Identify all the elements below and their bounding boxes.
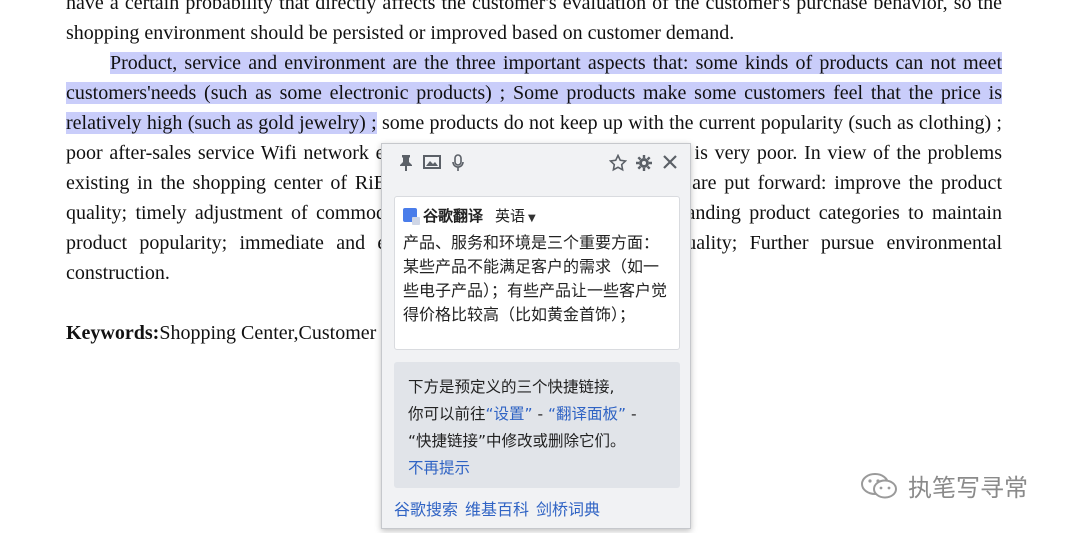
keywords-label: Keywords:: [66, 322, 160, 344]
wechat-icon: [861, 472, 897, 498]
microphone-icon[interactable]: [448, 154, 468, 174]
paragraph-1-line-1: have a certain probability that directly…: [66, 0, 948, 14]
google-translate-icon: [403, 208, 420, 225]
translation-result-card: 谷歌翻译 英语 ▼ 产品、服务和环境是三个重要方面： 某些产品不能满足客户的需求（…: [394, 196, 680, 350]
cambridge-dictionary-link[interactable]: 剑桥词典: [536, 496, 600, 520]
settings-link[interactable]: “设置”: [486, 405, 533, 423]
watermark-text: 执笔写寻常: [908, 474, 1028, 502]
notice-line-3: “快捷链接”中修改或删除它们。: [408, 432, 626, 450]
paragraph-1: have a certain probability that directly…: [66, 0, 1002, 48]
pin-icon[interactable]: [396, 154, 416, 174]
star-icon[interactable]: [608, 153, 628, 174]
google-search-link[interactable]: 谷歌搜索: [394, 496, 458, 520]
translation-panel-link[interactable]: “翻译面板”: [548, 405, 626, 423]
translation-popup: 谷歌翻译 英语 ▼ 产品、服务和环境是三个重要方面： 某些产品不能满足客户的需求（…: [381, 143, 691, 529]
service-name: 谷歌翻译: [423, 206, 484, 225]
translation-text: 产品、服务和环境是三个重要方面： 某些产品不能满足客户的需求（如一些电子产品）；…: [403, 233, 668, 324]
popup-toolbar: [382, 144, 690, 188]
close-icon[interactable]: [660, 154, 680, 174]
shortcut-notice: 下方是预定义的三个快捷链接, 你可以前往“设置” - “翻译面板” - “快捷链…: [394, 362, 680, 488]
source-language-label: 英语: [495, 206, 526, 225]
notice-separator-1: -: [532, 405, 549, 423]
notice-line-2-prefix: 你可以前往: [408, 405, 486, 423]
notice-separator-2: -: [626, 405, 637, 423]
wikipedia-link[interactable]: 维基百科: [465, 496, 529, 520]
source-language-select[interactable]: 英语 ▼: [495, 205, 536, 226]
image-icon[interactable]: [422, 154, 442, 174]
watermark: 执笔写寻常: [860, 468, 1028, 503]
caret-down-icon: ▼: [528, 212, 536, 224]
gear-icon[interactable]: [634, 154, 654, 174]
notice-line-2: 你可以前往“设置” - “翻译面板” -: [408, 401, 666, 428]
dismiss-link[interactable]: 不再提示: [408, 455, 666, 482]
quick-links: 谷歌搜索 维基百科 剑桥词典: [394, 496, 600, 520]
translation-card-header: 谷歌翻译 英语 ▼: [403, 203, 671, 227]
notice-line-1: 下方是预定义的三个快捷链接,: [408, 378, 615, 396]
